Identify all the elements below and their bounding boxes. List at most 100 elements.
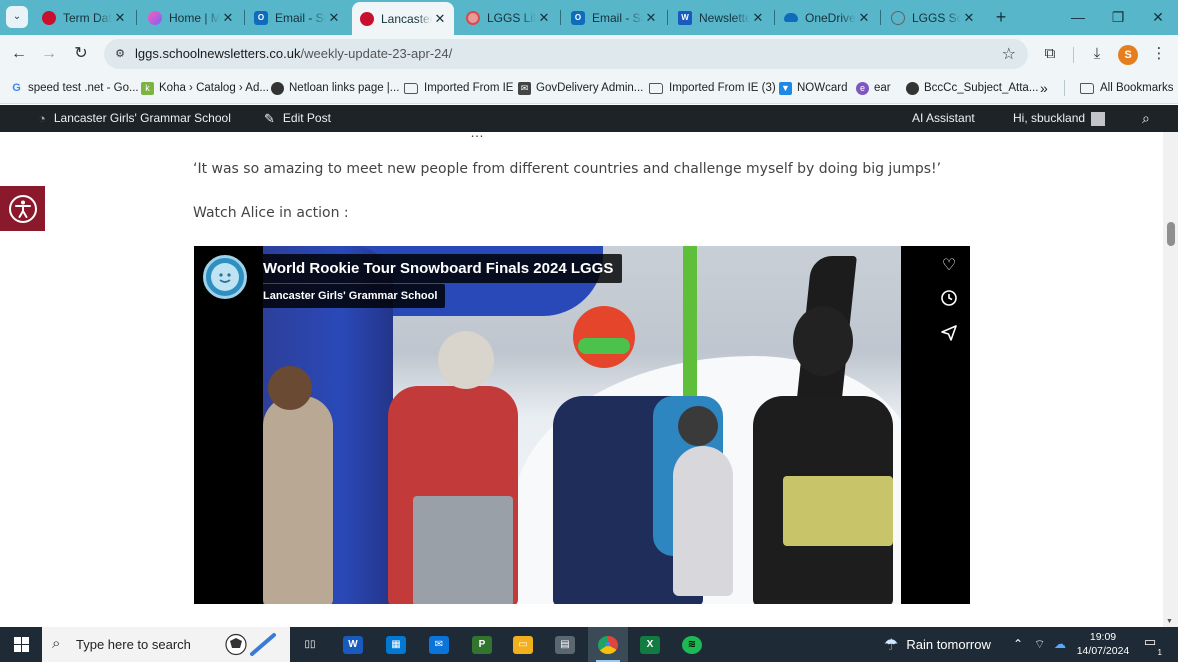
excel-icon: X [640, 635, 660, 654]
folder-icon [1080, 82, 1094, 94]
taskbar-chrome[interactable]: ● [588, 627, 628, 662]
youtube-video-embed[interactable]: World Rookie Tour Snowboard Finals 2024 … [194, 246, 970, 604]
taskbar-task-view[interactable]: ▯▯ [290, 627, 330, 662]
network-icon[interactable]: ⌔ [1034, 627, 1045, 662]
red-crest-icon [466, 10, 480, 25]
clock-icon[interactable] [937, 289, 961, 313]
tab-email-1[interactable]: O Email - Sa ✕ [246, 4, 348, 31]
url-path: /weekly-update-23-apr-24/ [300, 46, 453, 61]
bookmark-ear[interactable]: e ear [856, 79, 891, 97]
admin-search-icon[interactable]: ⌕ [1142, 105, 1150, 132]
all-bookmarks-label: All Bookmarks [1100, 82, 1174, 94]
bookmark-nowcard[interactable]: ▼ NOWcard [779, 79, 847, 97]
close-icon[interactable]: ✕ [432, 11, 448, 27]
tab-email-2[interactable]: O Email - Sa ✕ [563, 4, 665, 31]
tab-lancaster[interactable]: Lancaster ✕ [352, 2, 454, 35]
taskbar-mail[interactable]: ✉ [419, 627, 459, 662]
bookmark-netloan[interactable]: Netloan links page |... [271, 79, 399, 97]
close-icon[interactable]: ✕ [750, 10, 766, 26]
bookmark-speedtest[interactable]: G speed test .net - Go... [10, 79, 138, 97]
tab-term-dates[interactable]: Term Dates ✕ [34, 4, 134, 31]
scrollbar-thumb[interactable] [1167, 222, 1175, 246]
outlook-icon: O [254, 10, 268, 25]
close-icon[interactable]: ✕ [643, 10, 659, 26]
toolbar-divider [1073, 47, 1074, 63]
tab-divider [244, 10, 245, 25]
address-bar[interactable]: ⚙ lggs.schoolnewsletters.co.uk/weekly-up… [104, 39, 1028, 69]
restore-button[interactable]: ❐ [1098, 0, 1138, 35]
scroll-down-arrow-icon[interactable]: ▼ [1166, 618, 1173, 625]
close-icon[interactable]: ✕ [220, 10, 236, 26]
bookmark-star-icon[interactable]: ☆ [1002, 44, 1016, 64]
tab-lggs-school[interactable]: LGGS Sch ✕ [883, 4, 983, 31]
new-tab-button[interactable]: + [991, 6, 1011, 28]
bookmark-bcccc[interactable]: BccCc_Subject_Atta... [906, 79, 1038, 97]
project-icon: P [472, 635, 492, 654]
admin-account[interactable]: Hi, sbuckland [1013, 105, 1106, 132]
taskbar-excel[interactable]: X [630, 627, 670, 662]
globe-icon [891, 10, 905, 25]
close-icon[interactable]: ✕ [536, 10, 552, 26]
mail-icon: ✉ [429, 635, 449, 654]
minimize-button[interactable]: — [1058, 0, 1098, 35]
onedrive-cloud-icon[interactable]: ☁ [1054, 627, 1066, 662]
taskbar-clock[interactable]: 19:09 14/07/2024 [1074, 630, 1132, 658]
tab-onedrive[interactable]: OneDrive ✕ [776, 4, 878, 31]
extensions-puzzle-icon[interactable]: ⧉ [1039, 43, 1061, 65]
gradient-flower-icon [148, 10, 162, 25]
globe-icon [271, 81, 284, 95]
taskbar-store[interactable]: ▦ [376, 627, 416, 662]
taskbar-calculator[interactable]: ▤ [545, 627, 585, 662]
start-button[interactable] [0, 627, 42, 662]
video-title[interactable]: World Rookie Tour Snowboard Finals 2024 … [257, 254, 623, 283]
clock-time: 19:09 [1089, 631, 1117, 643]
all-bookmarks-button[interactable]: All Bookmarks [1080, 79, 1174, 97]
globe-icon [906, 81, 919, 95]
accessibility-toolbar-button[interactable] [0, 186, 45, 231]
word-icon: W [343, 635, 363, 654]
admin-site-link[interactable]: ◔ Lancaster Girls' Grammar School [38, 105, 231, 132]
close-icon[interactable]: ✕ [326, 10, 342, 26]
tab-newsletter[interactable]: W Newsletter ✕ [670, 4, 772, 31]
site-info-icon[interactable]: ⚙ [112, 46, 128, 62]
taskbar-project[interactable]: P [462, 627, 502, 662]
govdelivery-icon: ✉ [518, 81, 531, 95]
taskbar-word[interactable]: W [333, 627, 373, 662]
tab-home[interactable]: Home | My ✕ [140, 4, 242, 31]
bookmark-koha[interactable]: k Koha › Catalog › Ad... [141, 79, 269, 97]
notification-center-icon[interactable]: ▭ 1 [1140, 634, 1162, 657]
taskbar-weather[interactable]: ☂ Rain tomorrow [884, 627, 991, 662]
back-arrow-icon[interactable]: ← [8, 43, 30, 65]
close-icon[interactable]: ✕ [856, 10, 872, 26]
taskbar-file-explorer[interactable]: ▭ [503, 627, 543, 662]
profile-avatar[interactable]: S [1118, 45, 1138, 65]
menu-kebab-icon[interactable]: ⋮ [1148, 43, 1170, 65]
bookmark-folder-imported-ie-3[interactable]: Imported From IE (3) [649, 79, 776, 97]
download-icon[interactable]: ⤓ [1086, 43, 1108, 65]
tab-lggs-life[interactable]: LGGS Life ✕ [458, 4, 558, 31]
close-icon[interactable]: ✕ [112, 10, 128, 26]
outlook-icon: O [571, 10, 585, 25]
tab-divider [136, 10, 137, 25]
admin-ai-assistant[interactable]: AI Assistant [912, 105, 975, 132]
close-window-button[interactable]: ✕ [1138, 0, 1178, 35]
tray-overflow-chevron-icon[interactable]: ⌃ [1013, 627, 1023, 662]
tab-search-button[interactable]: ⌄ [6, 6, 28, 28]
bookmarks-overflow-button[interactable]: » [1040, 79, 1048, 97]
admin-edit-post[interactable]: ✎ Edit Post [264, 105, 331, 132]
bookmark-label: GovDelivery Admin... [536, 82, 644, 94]
edit-post-label: Edit Post [282, 111, 331, 125]
reload-icon[interactable]: ↻ [70, 43, 92, 65]
close-icon[interactable]: ✕ [961, 10, 977, 26]
heart-icon[interactable]: ♡ [937, 254, 961, 278]
bookmark-folder-imported-ie[interactable]: Imported From IE [404, 79, 513, 97]
page-viewport: … ‘It was so amazing to meet new people … [0, 132, 1163, 627]
forward-arrow-icon[interactable]: → [38, 43, 60, 65]
taskbar-spotify[interactable]: ≋ [672, 627, 712, 662]
channel-avatar[interactable] [203, 255, 247, 299]
page-scrollbar[interactable]: ▼ [1163, 132, 1178, 627]
video-channel-name[interactable]: Lancaster Girls' Grammar School [257, 284, 446, 308]
taskbar-search-box[interactable]: ⌕ Type here to search [42, 627, 290, 662]
bookmark-govdelivery[interactable]: ✉ GovDelivery Admin... [518, 79, 643, 97]
share-icon[interactable] [937, 324, 961, 348]
